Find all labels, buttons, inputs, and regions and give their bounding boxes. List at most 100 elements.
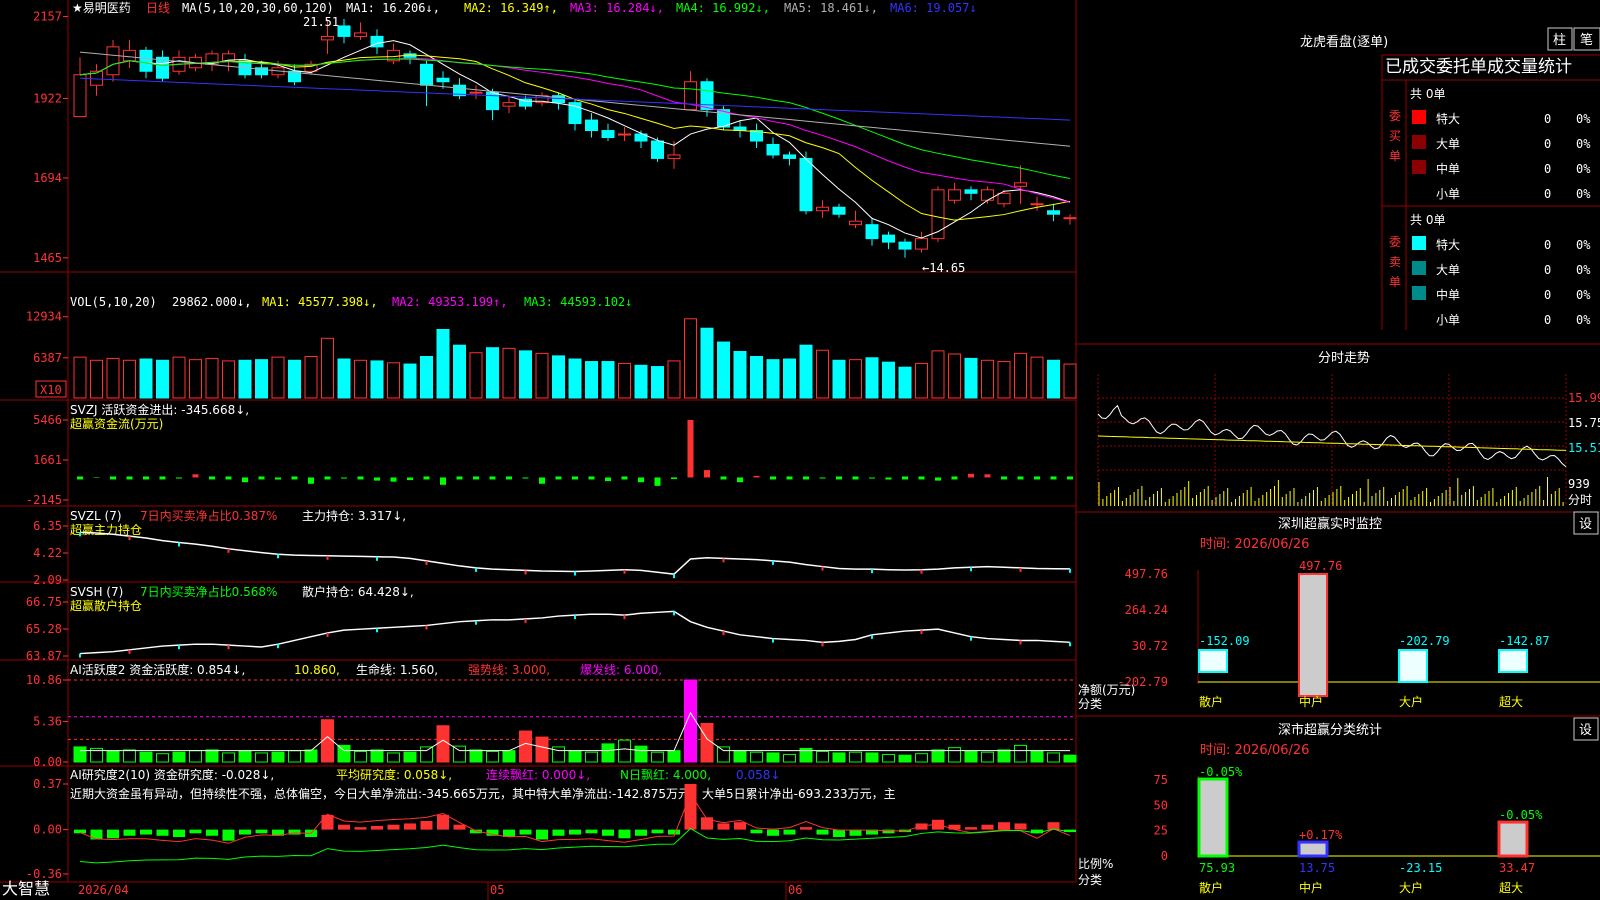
sell-order-block: 委卖单 共 0单特大 0 0% 大单 0 0% 中单 0 0% 小单 0 0%: [1389, 213, 1591, 327]
order-row-pct: 0%: [1576, 313, 1591, 327]
volume-bar: [502, 347, 516, 399]
research-bar: [437, 814, 449, 830]
price-axis: 2157 1922 1694 1465: [33, 10, 68, 265]
volume-bar: [667, 360, 681, 399]
ai-research-panel[interactable]: AI研究度2(10) 资金研究度: -0.028↓, 平均研究度: 0.058↓…: [26, 767, 1076, 881]
flow-dash: [110, 476, 116, 480]
volume-bar: [552, 355, 565, 399]
candle-body: [832, 206, 846, 215]
order-row-qty: 0: [1544, 137, 1551, 151]
flow-dash: [209, 476, 215, 480]
sz-set-btn[interactable]: 设: [1579, 517, 1592, 532]
side-label-char: 委: [1389, 235, 1401, 249]
sc-set-btn[interactable]: 设: [1579, 723, 1592, 738]
flow-dash: [572, 476, 578, 480]
order-row-pct: 0%: [1576, 112, 1591, 126]
intraday-tick: 15.99: [1568, 391, 1600, 405]
candle-body: [1014, 182, 1027, 187]
volume-panel[interactable]: VOL(5,10,20) 29862.000↓, MA1: 45577.398↓…: [26, 295, 1077, 399]
volume-bar: [519, 350, 532, 399]
ma2-value: MA2: 16.349↑,: [464, 1, 558, 15]
candle-body: [816, 206, 829, 212]
svzl-panel[interactable]: SVZL (7) 7日内买卖净占比0.387% 主力持仓: 3.317↓, 超赢…: [33, 508, 1071, 587]
research-bar: [585, 829, 598, 834]
svzj-sub: 超赢资金流(万元): [70, 416, 163, 431]
activity-bar: [1047, 752, 1060, 763]
activity-bar: [568, 750, 582, 763]
candle-body: [123, 49, 136, 62]
order-row-qty: 0: [1544, 187, 1551, 201]
app-logo: 大智慧: [2, 879, 50, 898]
sz-bar: [1398, 649, 1428, 683]
activity-bar: [816, 750, 829, 763]
order-row-label: 特大: [1436, 111, 1460, 126]
research-bar: [915, 823, 928, 830]
line-tick: [277, 644, 279, 649]
line-tick: [623, 569, 626, 574]
candle-body: [981, 189, 994, 201]
candle-body: [865, 224, 879, 240]
activity-bar: [519, 730, 532, 763]
intraday-chart: 15.99 15.75 15.51 939 分时: [1097, 374, 1600, 507]
activity-bar: [106, 750, 120, 763]
order-total: 共 0单: [1410, 87, 1445, 101]
price-tick-label: 1922: [33, 91, 62, 105]
line-tick: [673, 574, 675, 579]
research-bar: [800, 827, 812, 830]
volume-bar: [684, 318, 697, 399]
research-bar: [734, 822, 746, 830]
volume-bar: [238, 359, 252, 399]
activity-bar: [486, 750, 499, 763]
activity-bar: [156, 753, 169, 763]
period-label: 日线: [146, 1, 170, 15]
volume-bars: [73, 318, 1077, 399]
line-tick: [227, 548, 230, 553]
right-panel: 龙虎看盘(逐单) 柱 笔 已成交委托单成交量统计 委买单共 0单特大 0 0%大单 0…: [1076, 27, 1600, 895]
research-bar: [173, 829, 185, 838]
candle-body: [618, 133, 631, 136]
volume-bar: [964, 357, 978, 399]
btn-zhu[interactable]: 柱: [1553, 33, 1566, 48]
low-price-label: ←14.65: [922, 261, 965, 275]
candle-body: [585, 119, 598, 132]
ai-activity-panel[interactable]: AI活跃度2 资金活跃度: 0.854↓, 10.860, 生命线: 1.560…: [26, 662, 1077, 769]
activity-bar: [684, 679, 697, 763]
research-bar: [783, 829, 796, 835]
tick-label: 0.37: [33, 777, 62, 791]
activity-bar: [1014, 744, 1027, 763]
research-bar: [602, 829, 614, 836]
line-tick: [920, 630, 923, 635]
line-tick: [376, 556, 378, 561]
classification-chart: 75 50 25 0 75.93 -0.05% 散户 13.75 +0.17% 中户 -23.15 大…: [1078, 765, 1600, 895]
flow-dash: [357, 476, 364, 480]
activity-bar: [304, 749, 318, 763]
btn-bi[interactable]: 笔: [1580, 32, 1593, 48]
flow-bar: [704, 470, 710, 478]
flow-bar: [390, 477, 397, 482]
price-panel[interactable]: ★易明医药 日线 MA(5,10,20,30,60,120) MA1: 16.2…: [33, 1, 1077, 275]
research-bar: [123, 829, 136, 836]
flow-dash: [258, 476, 265, 480]
volume-bar: [733, 350, 747, 399]
volume-bar: [1063, 363, 1077, 399]
svzj-panel[interactable]: SVZJ 活跃资金进出: -345.668↓, 超赢资金流(万元) 5466 16…: [26, 402, 1073, 507]
tick-label: 66.75: [26, 595, 62, 609]
candle-body: [337, 25, 351, 37]
order-row-pct: 0%: [1576, 263, 1591, 277]
research-bar: [189, 829, 202, 834]
volume-bar: [337, 358, 351, 399]
volume-bar: [106, 357, 120, 399]
svsh-panel[interactable]: SVSH (7) 7日内买卖净占比0.568% 散户持仓: 64.428↓, 超…: [26, 584, 1071, 663]
candle-body: [667, 154, 681, 159]
activity-bar: [849, 751, 862, 763]
sc-change-label: -0.05%: [1199, 765, 1243, 779]
candle-body: [469, 91, 483, 94]
flow-dash: [786, 476, 793, 480]
volume-bar: [271, 356, 285, 399]
activity-bar: [337, 744, 351, 763]
volume-bar: [370, 360, 384, 399]
aiact-t5: 爆发线: 6.000,: [580, 662, 662, 677]
activity-bar: [931, 749, 945, 763]
volume-bar: [123, 359, 136, 399]
activity-bar: [915, 753, 928, 763]
